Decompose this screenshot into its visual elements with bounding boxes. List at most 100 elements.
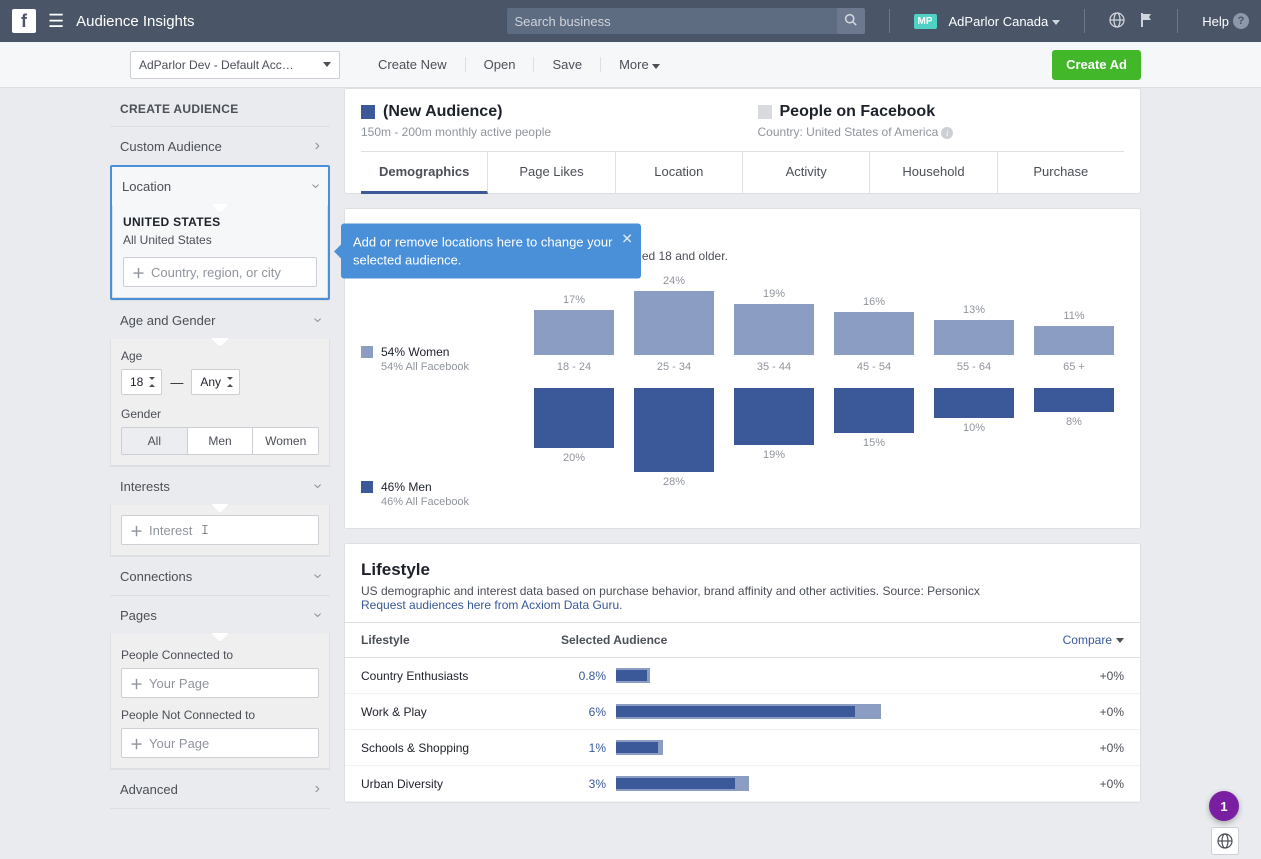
interest-input[interactable]: ＋ Interest 𝙸 xyxy=(121,515,319,545)
account-selector[interactable]: AdParlor Dev - Default Acc… xyxy=(130,51,340,79)
gender-all[interactable]: All xyxy=(122,428,188,454)
new-audience-title: (New Audience) xyxy=(361,103,728,121)
connected-label: People Connected to xyxy=(121,648,319,662)
chevron-down-icon: › xyxy=(308,573,326,578)
open-link[interactable]: Open xyxy=(466,57,535,72)
facebook-logo[interactable]: f xyxy=(12,9,36,33)
search-icon xyxy=(844,13,857,26)
plus-icon: ＋ xyxy=(130,734,143,753)
topbar: f ☰ Audience Insights MP AdParlor Canada… xyxy=(0,0,1261,42)
gender-women[interactable]: Women xyxy=(253,428,318,454)
plus-icon: ＋ xyxy=(130,674,143,693)
people-on-facebook-sub: Country: United States of Americai xyxy=(758,125,1125,139)
lifestyle-title: Lifestyle xyxy=(345,544,1140,582)
custom-audience-section: Custom Audience› xyxy=(110,126,330,165)
caret-down-icon xyxy=(1052,20,1060,25)
tab-demographics[interactable]: Demographics xyxy=(361,152,488,194)
people-on-facebook-title: People on Facebook xyxy=(758,103,1125,121)
divider xyxy=(1177,9,1178,33)
help-icon: ? xyxy=(1233,13,1249,29)
search-wrap xyxy=(507,8,865,34)
tab-household[interactable]: Household xyxy=(870,152,997,193)
toolbar-links: Create New Open Save More xyxy=(360,57,678,72)
plus-icon: ＋ xyxy=(130,521,143,540)
caret-down-icon xyxy=(652,64,660,69)
content: (New Audience) 150m - 200m monthly activ… xyxy=(344,88,1141,817)
custom-audience-head[interactable]: Custom Audience› xyxy=(110,127,330,165)
globe-icon[interactable] xyxy=(1109,12,1125,31)
more-link[interactable]: More xyxy=(601,57,678,72)
plus-icon: ＋ xyxy=(132,263,145,282)
search-button[interactable] xyxy=(837,8,865,34)
tabs: Demographics Page Likes Location Activit… xyxy=(361,151,1124,193)
location-sub: All United States xyxy=(123,233,317,247)
location-tooltip: Add or remove locations here to change y… xyxy=(341,223,641,278)
compare-dropdown[interactable]: Compare xyxy=(1034,633,1124,647)
age-from-select[interactable]: 18 xyxy=(121,369,162,395)
create-ad-button[interactable]: Create Ad xyxy=(1052,50,1141,80)
gender-label: Gender xyxy=(121,407,319,421)
toolbar: AdParlor Dev - Default Acc… Create New O… xyxy=(0,42,1261,88)
divider xyxy=(889,9,890,33)
lifestyle-sub: US demographic and interest data based o… xyxy=(345,582,1140,622)
pages-section: Pages › People Connected to ＋ Your Page … xyxy=(110,595,330,769)
lifestyle-panel: Lifestyle US demographic and interest da… xyxy=(344,543,1141,803)
age-gender-section: Age and Gender › Age 18 — Any Gender All… xyxy=(110,300,330,466)
org-selector[interactable]: AdParlor Canada xyxy=(949,14,1061,29)
lifestyle-link[interactable]: Request audiences here from Acxiom Data … xyxy=(361,598,622,612)
table-row[interactable]: Work & Play6%+0% xyxy=(345,694,1140,730)
chevron-down-icon: › xyxy=(306,183,324,188)
age-to-select[interactable]: Any xyxy=(191,369,240,395)
top-icons xyxy=(1109,12,1153,31)
location-head[interactable]: Location › xyxy=(112,167,328,205)
location-section: Location › UNITED STATES All United Stat… xyxy=(110,165,330,300)
tab-pagelikes[interactable]: Page Likes xyxy=(488,152,615,193)
notification-badge[interactable]: 1 xyxy=(1209,791,1239,821)
connections-section: Connections › xyxy=(110,556,330,595)
locale-icon[interactable] xyxy=(1211,827,1239,855)
age-label: Age xyxy=(121,349,319,363)
table-row[interactable]: Schools & Shopping1%+0% xyxy=(345,730,1140,766)
age-gender-head[interactable]: Age and Gender › xyxy=(110,301,330,339)
location-country: UNITED STATES xyxy=(123,215,317,229)
table-row[interactable]: Country Enthusiasts0.8%+0% xyxy=(345,658,1140,694)
chevron-right-icon: › xyxy=(315,780,320,798)
header-panel: (New Audience) 150m - 200m monthly activ… xyxy=(344,88,1141,194)
chevron-down-icon: › xyxy=(308,612,326,617)
location-input[interactable]: ＋ Country, region, or city xyxy=(123,257,317,287)
search-input[interactable] xyxy=(507,8,837,34)
age-gender-chart: 54% Women54% All Facebook17%18 - 2424%25… xyxy=(345,273,1140,528)
age-dash: — xyxy=(170,375,183,390)
create-new-link[interactable]: Create New xyxy=(360,57,466,72)
lifestyle-table-head: Lifestyle Selected Audience Compare xyxy=(345,622,1140,658)
interests-head[interactable]: Interests › xyxy=(110,467,330,505)
tab-purchase[interactable]: Purchase xyxy=(998,152,1124,193)
connected-input[interactable]: ＋ Your Page xyxy=(121,668,319,698)
new-audience-sub: 150m - 200m monthly active people xyxy=(361,125,728,139)
chevron-right-icon: › xyxy=(315,137,320,155)
connections-head[interactable]: Connections › xyxy=(110,557,330,595)
notconnected-label: People Not Connected to xyxy=(121,708,319,722)
pages-head[interactable]: Pages › xyxy=(110,596,330,634)
save-link[interactable]: Save xyxy=(534,57,601,72)
gender-toggle: All Men Women xyxy=(121,427,319,455)
text-cursor-icon: 𝙸 xyxy=(200,522,209,538)
notconnected-input[interactable]: ＋ Your Page xyxy=(121,728,319,758)
close-icon[interactable]: ✕ xyxy=(621,229,633,248)
tab-location[interactable]: Location xyxy=(616,152,743,193)
info-icon: i xyxy=(941,127,953,139)
help-link[interactable]: Help ? xyxy=(1202,13,1249,29)
sidebar-title: CREATE AUDIENCE xyxy=(110,88,330,126)
advanced-head[interactable]: Advanced› xyxy=(110,770,330,808)
tab-activity[interactable]: Activity xyxy=(743,152,870,193)
app-title: Audience Insights xyxy=(76,13,194,30)
gender-men[interactable]: Men xyxy=(188,428,254,454)
flag-icon[interactable] xyxy=(1139,12,1153,31)
sidebar: CREATE AUDIENCE Custom Audience› Locatio… xyxy=(110,88,330,809)
caret-down-icon xyxy=(1116,638,1124,643)
advanced-section: Advanced› xyxy=(110,769,330,809)
table-row[interactable]: Urban Diversity3%+0% xyxy=(345,766,1140,802)
hamburger-icon[interactable]: ☰ xyxy=(48,11,64,32)
org-badge: MP xyxy=(914,14,937,29)
divider xyxy=(1084,9,1085,33)
